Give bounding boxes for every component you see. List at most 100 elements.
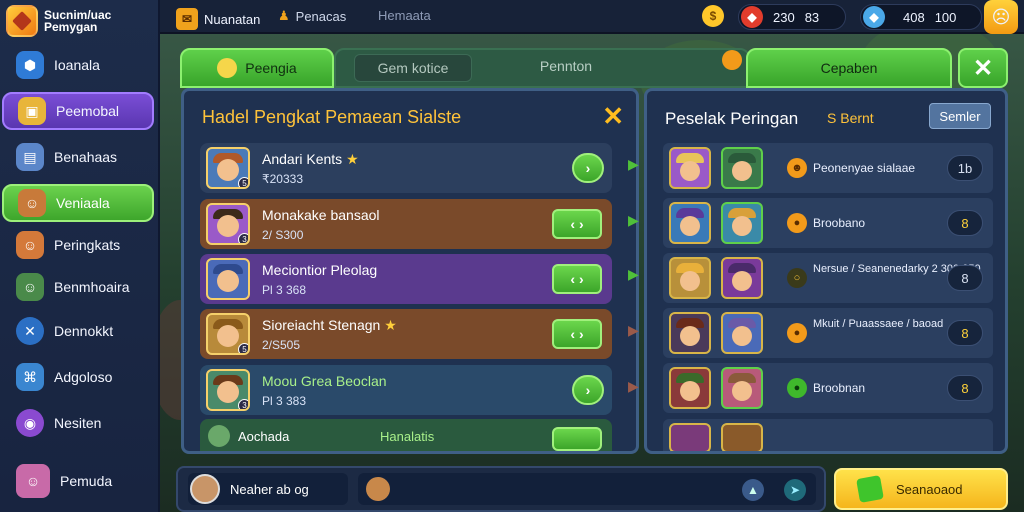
scroll-icon: ▤ xyxy=(16,143,44,171)
sidebar-item-ioanala[interactable]: ⬢ Ioanala xyxy=(2,46,154,84)
game-logo: Sucnim/uac Pemygan xyxy=(6,4,156,38)
sidebar-item-nesiten[interactable]: ◉ Nesiten xyxy=(2,404,154,442)
close-icon[interactable]: ✕ xyxy=(602,101,624,132)
hero-list-panel: Hadel Pengkat Pemaean Sialste ✕ 5 Andari… xyxy=(181,88,639,454)
tab-cepaben[interactable]: Cepaben xyxy=(746,48,952,88)
panel-subtitle: S Bernt xyxy=(827,110,874,126)
sidebar-item-label: Pemuda xyxy=(60,473,113,489)
hero-avatar xyxy=(208,425,230,447)
people-icon: ♟ xyxy=(278,8,290,23)
team-row[interactable] xyxy=(663,419,993,451)
hero-icon: ☺ xyxy=(18,189,46,217)
team-row[interactable]: ○ Nersue / Seanenedarky 2 300 050 8 xyxy=(663,253,993,303)
tab-emblem-icon xyxy=(217,58,238,78)
hero-open-button[interactable]: › xyxy=(572,153,604,183)
hero-open-button[interactable]: › xyxy=(572,375,604,405)
third-label: Hemaata xyxy=(378,8,431,23)
send-icon[interactable]: ➤ xyxy=(784,479,806,501)
hero-avatar xyxy=(669,257,711,299)
mail-button[interactable]: ✉ Nuanatan xyxy=(176,8,260,30)
hero-name: Moou Grea Beoclan xyxy=(262,373,387,389)
avatar xyxy=(190,474,220,504)
crossed-swords-icon: ✕ xyxy=(16,317,44,345)
hero-stat: Hanalatis xyxy=(380,429,435,444)
map-icon: ⌘ xyxy=(16,363,44,391)
tab-label: Pennton xyxy=(539,58,593,74)
people-label: Penacas xyxy=(295,8,347,24)
emoji-icon[interactable]: ▲ xyxy=(742,479,764,501)
notification-star-icon xyxy=(722,50,742,70)
hero-avatar xyxy=(669,147,711,189)
team-row-text: Broobano xyxy=(813,216,866,230)
coin-icon: $ xyxy=(702,5,724,27)
sidebar-item-label: Benmhoaira xyxy=(54,279,130,295)
hero-swap-button[interactable] xyxy=(552,427,602,451)
team-row[interactable]: ● Broobnan 8 xyxy=(663,363,993,413)
people-button[interactable]: ♟ Penacas xyxy=(278,8,346,24)
hero-swap-button[interactable]: ‹ › xyxy=(552,209,602,239)
third-menu-item[interactable]: Hemaata xyxy=(378,8,431,23)
panel-action-button[interactable]: Semler xyxy=(929,103,991,129)
hero-row[interactable]: Aochada Hanalatis xyxy=(200,419,612,451)
team-row[interactable]: ● Mkuit / Puaassaee / baoad 8 xyxy=(663,308,993,358)
panel-title: Peselak Peringan xyxy=(665,109,799,128)
hero-icon: ☺ xyxy=(16,231,44,259)
main-action-button[interactable]: Seanaoaod xyxy=(834,468,1008,510)
sidebar-item-peringkats[interactable]: ☺ Peringkats xyxy=(2,226,154,264)
sidebar-item-peemobal[interactable]: ▣ Peemobal xyxy=(2,92,154,130)
resource-pill-gold[interactable]: ◆ 230 83 xyxy=(738,4,846,30)
chevron-right-icon: ▶ xyxy=(628,266,639,282)
hero-avatar xyxy=(721,423,763,451)
close-button[interactable]: ✕ xyxy=(958,48,1008,88)
profile-button[interactable]: ☹ xyxy=(984,0,1018,34)
hero-name: Meciontior Pleolag xyxy=(262,262,378,278)
hero-row[interactable]: 5 Andari Kents ★ ₹20333 › xyxy=(200,143,612,193)
hero-avatar xyxy=(669,312,711,354)
hero-row[interactable]: 3 Monakake bansaol 2/ S300 ‹ › xyxy=(200,199,612,249)
hero-avatar xyxy=(721,367,763,409)
shield-icon: ⬢ xyxy=(16,51,44,79)
hero-avatar xyxy=(721,257,763,299)
hero-stat: 2/ S300 xyxy=(262,228,304,242)
wallet-value-1: 408 xyxy=(903,9,925,25)
hero-row[interactable]: 3 Moou Grea Beoclan Pl 3 383 › xyxy=(200,365,612,415)
team-row[interactable]: ● Broobano 8 xyxy=(663,198,993,248)
team-row[interactable]: ☻ Peonenyae sialaae 1b xyxy=(663,143,993,193)
avatar-icon: ☺ xyxy=(16,464,50,498)
close-icon: ✕ xyxy=(972,54,994,82)
hero-row[interactable]: Meciontior Pleolag Pl 3 368 ‹ › xyxy=(200,254,612,304)
team-row-value: 8 xyxy=(947,210,983,236)
coin-icon: ● xyxy=(787,323,807,343)
hero-row[interactable]: 5 Sioreiacht Stenagn ★ 2/S505 ‹ › xyxy=(200,309,612,359)
avatar xyxy=(366,477,390,501)
chat-user[interactable]: Neaher ab og xyxy=(188,473,348,505)
hero-stat: ₹20333 xyxy=(262,172,304,186)
chat-bar: Neaher ab og ▲ ➤ xyxy=(176,466,826,512)
panel-title: Hadel Pengkat Pemaean Sialste xyxy=(202,107,462,127)
sidebar-item-veniaala[interactable]: ☺ Veniaala xyxy=(2,184,154,222)
chevron-right-icon: ▶ xyxy=(628,378,639,394)
tab-label: Gem kotice xyxy=(377,60,449,76)
hero-icon: ☺ xyxy=(16,273,44,301)
mail-label: Nuanatan xyxy=(204,11,261,27)
hero-avatar: 3 xyxy=(206,203,250,245)
chevron-right-icon: ▶ xyxy=(628,322,639,338)
tab-label: Peengia xyxy=(245,60,297,76)
hero-swap-button[interactable]: ‹ › xyxy=(552,319,602,349)
hero-swap-button[interactable]: ‹ › xyxy=(552,264,602,294)
sidebar-item-benahaas[interactable]: ▤ Benahaas xyxy=(2,138,154,176)
tab-peengia[interactable]: Peengia xyxy=(180,48,334,88)
sidebar-item-adgoloso[interactable]: ⌘ Adgoloso xyxy=(2,358,154,396)
tab-pennton[interactable]: Pennton xyxy=(496,58,636,74)
hero-stat: Pl 3 383 xyxy=(262,394,307,408)
crown-icon: ★ xyxy=(346,151,359,167)
sidebar-item-pemuda[interactable]: ☺ Pemuda xyxy=(2,462,154,500)
coin-icon: ○ xyxy=(787,268,807,288)
tab-gem-kotice[interactable]: Gem kotice xyxy=(354,54,472,82)
hero-stat: Pl 3 368 xyxy=(262,283,307,297)
sidebar-item-benmhoaira[interactable]: ☺ Benmhoaira xyxy=(2,268,154,306)
chat-input[interactable]: ▲ ➤ xyxy=(358,473,816,505)
main-action-label: Seanaoaod xyxy=(896,481,963,497)
sidebar-item-dennokkt[interactable]: ✕ Dennokkt xyxy=(2,312,154,350)
resource-pill-wallet[interactable]: ◆ 408 100 xyxy=(860,4,982,30)
